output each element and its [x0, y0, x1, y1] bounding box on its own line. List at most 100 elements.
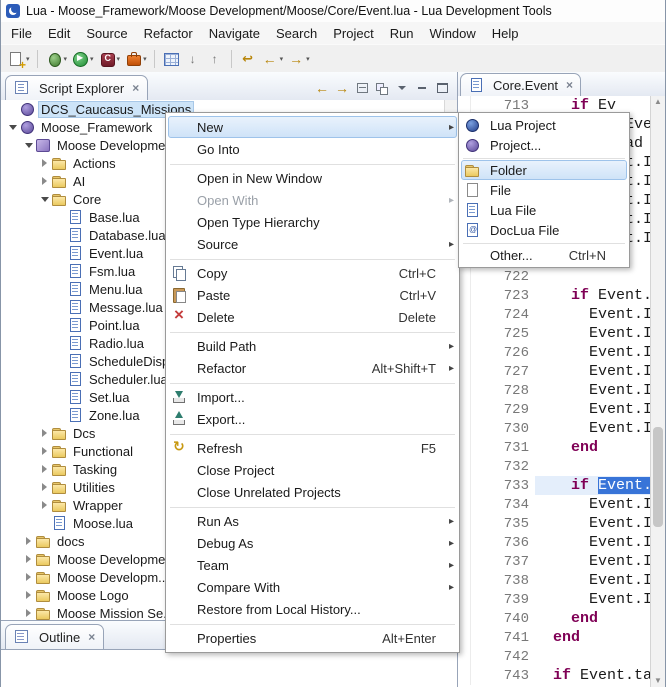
expander-icon[interactable]: [23, 589, 35, 601]
menubar-item[interactable]: Search: [268, 24, 325, 43]
menubar-item[interactable]: Help: [484, 24, 527, 43]
toolbar-button[interactable]: [204, 48, 226, 70]
scroll-up-icon[interactable]: ▲: [651, 96, 665, 108]
menu-item[interactable]: Refresh F5: [168, 437, 457, 459]
expander-icon[interactable]: [23, 607, 35, 619]
tab-close-icon[interactable]: ×: [88, 630, 95, 644]
expander-icon[interactable]: [23, 553, 35, 565]
tab-outline[interactable]: Outline ×: [5, 624, 104, 649]
expander-icon[interactable]: [55, 391, 67, 403]
menu-item[interactable]: Lua Project: [461, 115, 627, 135]
toolbar-button[interactable]: ▾: [69, 48, 96, 70]
expander-icon[interactable]: [23, 139, 35, 151]
menu-item[interactable]: Open in New Window: [168, 167, 457, 189]
expander-icon[interactable]: [39, 481, 51, 493]
menu-item[interactable]: Paste Ctrl+V: [168, 284, 457, 306]
maximize-icon[interactable]: [433, 80, 451, 96]
editor-scrollbar-thumb[interactable]: [653, 427, 663, 527]
menubar-item[interactable]: Refactor: [136, 24, 201, 43]
expander-icon[interactable]: [39, 193, 51, 205]
toolbar-button[interactable]: [182, 48, 204, 70]
dropdown-arrow-icon[interactable]: ▾: [306, 55, 310, 63]
expander-icon[interactable]: [55, 265, 67, 277]
menubar-item[interactable]: Source: [78, 24, 135, 43]
expander-icon[interactable]: [55, 409, 67, 421]
expander-icon[interactable]: [55, 283, 67, 295]
menu-item[interactable]: Restore from Local History...: [168, 598, 457, 620]
toolbar-button[interactable]: [160, 48, 182, 70]
expander-icon[interactable]: [39, 517, 51, 529]
dropdown-arrow-icon[interactable]: ▾: [117, 55, 121, 63]
menu-item[interactable]: New ▸: [168, 116, 457, 138]
menubar-item[interactable]: Run: [382, 24, 422, 43]
menubar-item[interactable]: Project: [325, 24, 381, 43]
menu-item[interactable]: Close Project: [168, 459, 457, 481]
dropdown-arrow-icon[interactable]: ▾: [64, 55, 68, 63]
menu-item[interactable]: Export...: [168, 408, 457, 430]
menu-item[interactable]: Open Type Hierarchy: [168, 211, 457, 233]
expander-icon[interactable]: [39, 157, 51, 169]
back-icon[interactable]: [313, 80, 331, 96]
menu-item[interactable]: Debug As ▸: [168, 532, 457, 554]
expander-icon[interactable]: [7, 103, 19, 115]
toolbar-button[interactable]: ▾: [122, 48, 149, 70]
dropdown-arrow-icon[interactable]: ▾: [26, 55, 30, 63]
toolbar-button[interactable]: ▾: [285, 48, 312, 70]
menubar-item[interactable]: Edit: [40, 24, 78, 43]
menubar-item[interactable]: Window: [422, 24, 484, 43]
dropdown-arrow-icon[interactable]: ▾: [143, 55, 147, 63]
editor-scrollbar[interactable]: ▲ ▼: [650, 96, 665, 687]
menu-item[interactable]: File: [461, 180, 627, 200]
link-editor-icon[interactable]: [373, 80, 391, 96]
toolbar-button[interactable]: ▾: [259, 48, 286, 70]
expander-icon[interactable]: [23, 571, 35, 583]
menu-item[interactable]: Properties Alt+Enter: [168, 627, 457, 649]
expander-icon[interactable]: [55, 301, 67, 313]
expander-icon[interactable]: [39, 445, 51, 457]
menubar-item[interactable]: Navigate: [201, 24, 268, 43]
expander-icon[interactable]: [55, 337, 67, 349]
expander-icon[interactable]: [55, 229, 67, 241]
menu-item[interactable]: Copy Ctrl+C: [168, 262, 457, 284]
menu-item[interactable]: Import...: [168, 386, 457, 408]
menu-item[interactable]: Build Path ▸: [168, 335, 457, 357]
menu-item[interactable]: Close Unrelated Projects: [168, 481, 457, 503]
tab-close-icon[interactable]: ×: [132, 81, 139, 95]
expander-icon[interactable]: [55, 373, 67, 385]
menu-item[interactable]: Delete Delete: [168, 306, 457, 328]
tab-core-event[interactable]: Core.Event ×: [460, 73, 581, 96]
expander-icon[interactable]: [55, 319, 67, 331]
expander-icon[interactable]: [39, 499, 51, 511]
menu-item[interactable]: Lua File: [461, 200, 627, 220]
menu-item[interactable]: Run As ▸: [168, 510, 457, 532]
menu-item[interactable]: Folder: [461, 160, 627, 180]
expander-icon[interactable]: [39, 463, 51, 475]
scroll-down-icon[interactable]: ▼: [651, 675, 665, 687]
expander-icon[interactable]: [55, 355, 67, 367]
toolbar-button[interactable]: ▾: [96, 48, 123, 70]
toolbar-button[interactable]: ▾: [5, 48, 32, 70]
menu-item[interactable]: Go Into: [168, 138, 457, 160]
toolbar-button[interactable]: ▾: [43, 48, 70, 70]
view-menu-icon[interactable]: [393, 80, 411, 96]
menu-item[interactable]: DocLua File: [461, 220, 627, 240]
menu-item[interactable]: Project...: [461, 135, 627, 155]
menu-item[interactable]: Open With ▸: [168, 189, 457, 211]
collapse-all-icon[interactable]: [353, 80, 371, 96]
dropdown-arrow-icon[interactable]: ▾: [90, 55, 94, 63]
menu-item[interactable]: Source ▸: [168, 233, 457, 255]
minimize-icon[interactable]: [413, 80, 431, 96]
menu-item[interactable]: Compare With ▸: [168, 576, 457, 598]
expander-icon[interactable]: [55, 247, 67, 259]
expander-icon[interactable]: [55, 211, 67, 223]
menubar-item[interactable]: File: [3, 24, 40, 43]
menu-item[interactable]: Team ▸: [168, 554, 457, 576]
dropdown-arrow-icon[interactable]: ▾: [280, 55, 284, 63]
expander-icon[interactable]: [7, 121, 19, 133]
forward-icon[interactable]: [333, 80, 351, 96]
expander-icon[interactable]: [39, 175, 51, 187]
expander-icon[interactable]: [39, 427, 51, 439]
tab-close-icon[interactable]: ×: [566, 78, 573, 92]
menu-item[interactable]: Other... Ctrl+N: [461, 245, 627, 265]
toolbar-button[interactable]: [237, 48, 259, 70]
